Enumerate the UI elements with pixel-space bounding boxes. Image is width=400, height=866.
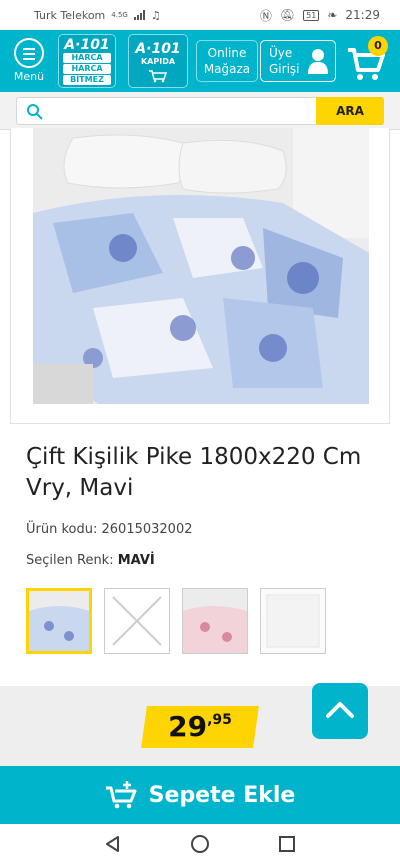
price-main: 29 xyxy=(168,710,208,743)
selected-color-line: Seçilen Renk: MAVİ xyxy=(26,553,155,568)
search-input[interactable] xyxy=(51,100,311,122)
member-login-button[interactable]: Üye Girişi xyxy=(260,40,336,82)
online-store-button[interactable]: Online Mağaza xyxy=(196,40,258,82)
price-inner: 29,95 xyxy=(144,706,256,748)
scroll-top-button[interactable] xyxy=(312,683,368,739)
logo-line-3: BİTMEZ xyxy=(63,75,111,85)
status-bar: Turk Telekom 4.5G ♫ Ⓝ 🔕︎ 51 ❧ 21:29 xyxy=(0,0,400,30)
kapida-brand: A·101 xyxy=(135,41,181,57)
product-image[interactable] xyxy=(10,128,390,424)
network-type: 4.5G xyxy=(111,10,128,19)
search-bar: ARA xyxy=(0,92,400,130)
home-button[interactable] xyxy=(183,828,217,862)
price-cents: ,95 xyxy=(207,712,232,728)
leaf-icon: ❧ xyxy=(327,8,338,22)
product-code: 26015032002 xyxy=(101,522,193,537)
no-image-icon xyxy=(112,596,162,646)
a101-harca-logo[interactable]: A·101 HARCA HARCA BİTMEZ xyxy=(58,34,116,88)
battery-icon: 51 xyxy=(303,9,320,21)
cart-button[interactable]: 0 xyxy=(346,36,392,84)
logo-line-1: HARCA xyxy=(63,53,111,63)
swatch-white[interactable] xyxy=(260,588,326,654)
product-code-line: Ürün kodu: 26015032002 xyxy=(26,522,193,537)
nfc-icon: Ⓝ xyxy=(259,8,272,23)
delivery-cart-icon xyxy=(149,70,168,83)
chevron-up-icon xyxy=(326,702,354,718)
user-icon xyxy=(308,49,328,74)
status-left: Turk Telekom 4.5G ♫ xyxy=(34,9,161,22)
online-store-line-1: Online xyxy=(207,46,247,60)
add-to-cart-label: Sepete Ekle xyxy=(148,782,296,808)
selected-color-label: Seçilen Renk: xyxy=(26,553,114,568)
status-right: Ⓝ 🔕︎ 51 ❧ 21:29 xyxy=(260,7,380,24)
recents-icon xyxy=(278,835,295,852)
recents-button[interactable] xyxy=(270,828,304,862)
search-button[interactable]: ARA xyxy=(316,97,384,125)
add-cart-icon xyxy=(105,781,137,809)
carrier-name: Turk Telekom xyxy=(34,8,106,22)
a101-kapida-logo[interactable]: A·101 KAPIDA xyxy=(128,34,188,88)
swatch-white-thumbnail xyxy=(261,589,325,653)
cart-count-badge: 0 xyxy=(368,36,388,56)
mute-icon: 🔕︎ xyxy=(279,8,296,22)
swatch-blue-thumbnail xyxy=(29,591,89,651)
kapida-label: KAPIDA xyxy=(140,57,176,66)
price-tag: 29,95 xyxy=(141,706,259,748)
product-title: Çift Kişilik Pike 1800x220 Cm Vry, Mavi xyxy=(26,444,362,501)
bedspread-photo xyxy=(33,128,369,404)
add-to-cart-button[interactable]: Sepete Ekle xyxy=(0,766,400,824)
swatch-pink-thumbnail xyxy=(183,589,247,653)
back-icon xyxy=(106,835,120,852)
signal-icon xyxy=(133,10,145,20)
logo-line-2: HARCA xyxy=(63,64,111,74)
app-header: Menü A·101 HARCA HARCA BİTMEZ A·101 KAPI… xyxy=(0,30,400,92)
swatch-pink[interactable] xyxy=(182,588,248,654)
back-button[interactable] xyxy=(96,828,130,862)
swatch-unavailable[interactable] xyxy=(104,588,170,654)
swatch-blue[interactable] xyxy=(26,588,92,654)
online-store-line-2: Mağaza xyxy=(203,62,251,76)
menu-button[interactable]: Menü xyxy=(10,36,48,88)
search-icon xyxy=(27,104,43,120)
menu-icon xyxy=(14,38,44,68)
menu-label: Menü xyxy=(13,70,45,83)
logo-brand: A·101 xyxy=(64,37,110,53)
selected-color-value: MAVİ xyxy=(117,553,155,568)
search-box: ARA xyxy=(16,97,384,125)
music-icon: ♫ xyxy=(150,8,161,22)
home-icon xyxy=(190,834,209,853)
clock: 21:29 xyxy=(345,8,380,22)
product-code-label: Ürün kodu: xyxy=(26,522,98,537)
color-swatches xyxy=(26,588,326,654)
system-nav-bar xyxy=(0,824,400,866)
